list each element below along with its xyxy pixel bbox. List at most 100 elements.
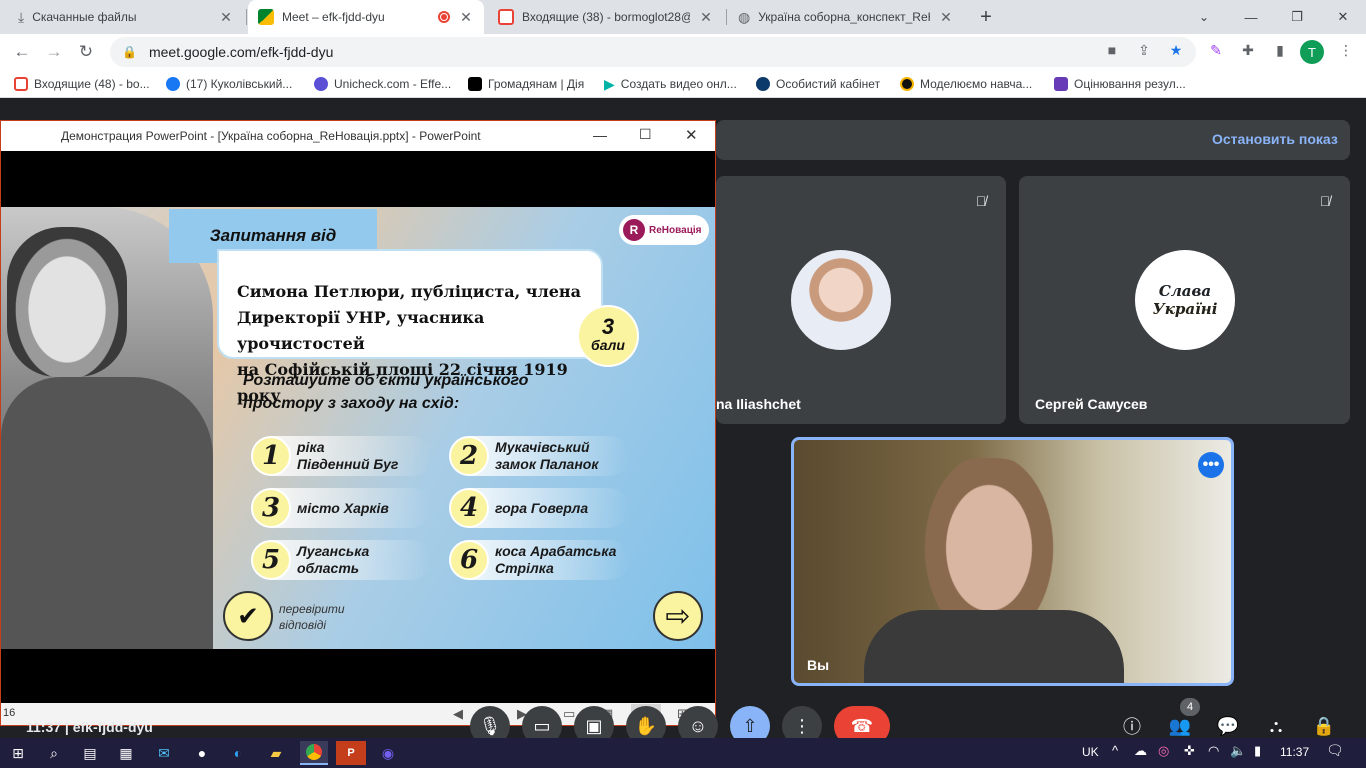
bookmark-cabinet[interactable]: Особистий кабінет [756,74,880,94]
url-text: meet.google.com/efk-fjdd-dyu [148,44,334,60]
menu-kebab-icon[interactable]: ⋮ [1338,42,1354,58]
restore-window-button[interactable]: ❐ [1274,0,1320,34]
check-answers-label: перевірити відповіді [279,601,345,633]
item-text: ріка Південний Буг [297,439,398,473]
participant-tile[interactable]: 🎙̸ Слава Україні Сергей Самусев [1019,176,1350,424]
extension-pen-icon[interactable]: ✎ [1208,42,1224,58]
address-bar[interactable]: 🔒 meet.google.com/efk-fjdd-dyu [110,37,1196,67]
bookmark-label: (17) Куколівський... [186,77,293,91]
chrome-taskbar-icon[interactable] [300,741,328,765]
tray-chevron-icon[interactable]: ^ [1112,743,1118,758]
clock[interactable]: 11:37 [1280,745,1309,759]
notifications-icon[interactable]: 🗨 [1326,742,1344,759]
reload-button[interactable]: ↻ [72,38,100,66]
bookmark-unicheck[interactable]: Unicheck.com - Effe... [314,74,451,94]
windows-taskbar: ⊞ ⌕ ▤ ▦ ✉ ● ◐ ▰ P ◉ UK ^ ☁ ◎ ✜ ◠ 🔈 ▮ 11:… [0,738,1366,768]
camera-in-use-icon[interactable]: ■ [1104,42,1120,58]
messenger-tray-icon[interactable]: ◎ [1158,743,1169,759]
bookmark-gmail[interactable]: Входящие (48) - bo... [14,74,150,94]
extensions-puzzle-icon[interactable]: ✚ [1240,42,1256,58]
item-text: місто Харків [297,500,389,517]
task-view-icon[interactable]: ▤ [78,741,102,765]
tab-search-icon[interactable]: ⌄ [1192,5,1216,29]
wifi-icon[interactable]: ◠ [1208,743,1219,759]
participant-name: Вы [807,657,830,673]
check-line: перевірити [279,602,345,616]
download-icon: ⤓ [18,8,25,25]
participant-avatar: Слава Україні [1135,250,1235,350]
bookmark-modeling[interactable]: Моделюємо навча... [900,74,1032,94]
item-line: Стрілка [495,560,554,576]
close-tab-icon[interactable]: ✕ [218,9,234,26]
item-line: Луганська [297,543,370,559]
battery-icon[interactable]: ▮ [1254,743,1261,759]
renovatsia-logo: R ReНовація [619,215,709,245]
cloud-icon[interactable]: ☁ [1134,743,1147,759]
bookmark-star-icon[interactable]: ★ [1168,42,1184,58]
close-tab-icon[interactable]: ✕ [938,9,954,26]
mail-icon[interactable]: ✉ [152,741,176,765]
tab-gmail[interactable]: Входящие (38) - bormoglot28@ ✕ [488,0,724,34]
bookmark-facebook[interactable]: (17) Куколівський... [166,74,292,94]
windows-start-icon[interactable]: ⊞ [6,741,30,765]
profile-avatar[interactable]: T [1300,40,1324,64]
volume-icon[interactable]: 🔈 [1230,743,1246,759]
bookmark-video[interactable]: ▶ Создать видео онл... [604,74,737,94]
edge-icon[interactable]: ◐ [226,741,250,765]
slide[interactable]: Запитання від R ReНовація Симона Петлюри… [1,207,715,649]
gmail-icon [498,9,514,25]
participant-name: Сергей Самусев [1035,396,1148,412]
language-indicator[interactable]: UK [1082,745,1099,759]
ppt-minimize-button[interactable]: — [593,127,607,143]
forward-button[interactable]: → [40,38,68,66]
calculator-icon[interactable]: ▦ [114,741,138,765]
people-count-badge: 4 [1180,698,1200,716]
minimize-window-button[interactable]: — [1228,0,1274,34]
self-video-tile[interactable]: ••• Вы [791,437,1234,686]
forms-icon [1054,77,1068,91]
side-panel-icon[interactable]: ▮ [1272,42,1288,58]
ppt-title-bar: Демонстрация PowerPoint - [Україна собор… [1,121,715,151]
more-options-icon[interactable]: ••• [1198,452,1224,478]
tab-separator [246,9,247,25]
stop-presenting-button[interactable]: Остановить показ [1212,131,1338,147]
globe-icon: ◍ [738,8,751,25]
pin-icon[interactable]: ● [190,741,214,765]
slide-number: 16 [3,707,16,719]
portrait-coat [1,377,213,649]
powerpoint-taskbar-icon[interactable]: P [336,741,366,765]
close-tab-icon[interactable]: ✕ [698,9,714,26]
item-line: Південний Буг [297,456,399,472]
item-line: замок Паланок [495,456,599,472]
new-tab-button[interactable]: + [974,5,998,29]
meeting-details-label: 11:37 | efk-fjdd-dyu [26,719,153,735]
tab-meet[interactable]: Meet – efk-fjdd-dyu ✕ [248,0,484,34]
ppt-close-button[interactable]: ✕ [685,126,698,144]
back-button[interactable]: ← [8,38,36,66]
points-number: 3 [601,314,615,339]
previous-slide-icon[interactable]: ◀ [453,706,463,722]
participant-tile[interactable]: 🎙̸ na Iliashchet [716,176,1006,424]
bookmark-assessment[interactable]: Оцінювання резул... [1054,74,1186,94]
next-slide-button[interactable]: ⇨ [653,591,703,641]
close-tab-icon[interactable]: ✕ [458,9,474,26]
participant-avatar [791,250,891,350]
item-line: місто Харків [297,499,389,516]
google-meet-icon [258,9,274,25]
close-window-button[interactable]: ✕ [1320,0,1366,34]
search-icon[interactable]: ⌕ [42,741,66,765]
file-explorer-icon[interactable]: ▰ [264,741,288,765]
item-text: Мукачівський замок Паланок [495,439,598,473]
item-line: ріка [297,439,325,455]
app-tray-icon[interactable]: ✜ [1184,743,1195,759]
tab-separator [726,9,727,25]
tab-downloads[interactable]: ⤓ Скачанные файлы ✕ [8,0,244,34]
tab-document[interactable]: ◍ Україна соборна_конспект_ReH ✕ [728,0,964,34]
bookmark-diia[interactable]: Громадянам | Дія [468,74,584,94]
share-icon[interactable]: ⇪ [1136,42,1152,58]
check-answers-button[interactable]: ✔ [223,591,273,641]
viber-icon[interactable]: ◉ [376,741,400,765]
ppt-maximize-button[interactable]: ☐ [639,126,652,143]
normal-view-icon[interactable]: ▭ [563,706,575,722]
question-line: Директорії УНР, учасника урочистостей [237,308,485,353]
